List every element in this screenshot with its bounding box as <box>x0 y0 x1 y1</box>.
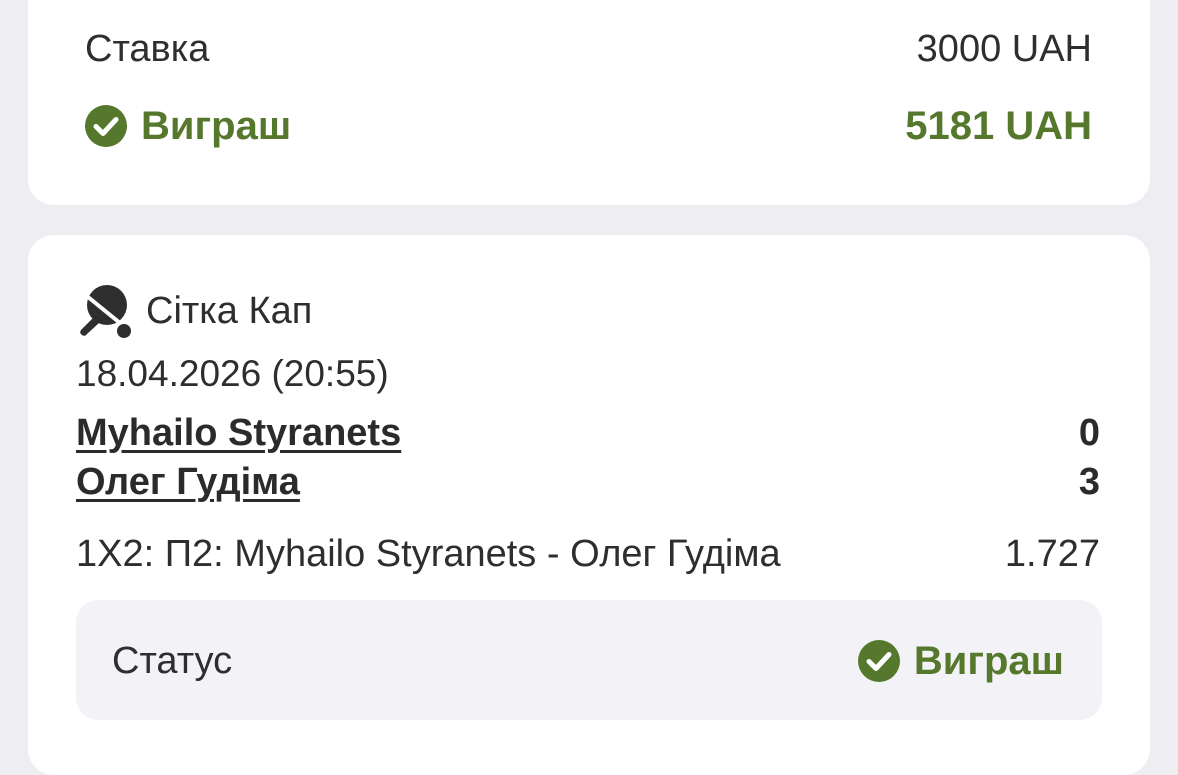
win-label: Виграш <box>141 103 292 148</box>
team-row-1: Myhailo Styranets 0 <box>76 411 1100 455</box>
market-row: 1X2: П2: Myhailo Styranets - Олег Гудіма… <box>76 530 1100 578</box>
team1-link[interactable]: Myhailo Styranets <box>76 412 401 455</box>
table-tennis-icon <box>76 283 134 339</box>
team-row-2: Олег Гудіма 3 <box>76 460 1100 504</box>
team1-score: 0 <box>1078 411 1100 454</box>
market-label: 1X2: П2: Myhailo Styranets - Олег Гудіма <box>76 532 781 575</box>
status-value-group: Виграш <box>857 638 1064 684</box>
league-row: Сітка Кап <box>76 283 312 339</box>
stake-value: 3000 UAH <box>916 27 1092 70</box>
status-value: Виграш <box>913 638 1064 683</box>
stake-label: Ставка <box>85 27 210 70</box>
win-row: Виграш 5181 UAH <box>85 102 1092 150</box>
event-datetime: 18.04.2026 (20:55) <box>76 353 389 394</box>
stake-row: Ставка 3000 UAH <box>85 28 1092 70</box>
bet-event-card: Сітка Кап 18.04.2026 (20:55) Myhailo Sty… <box>28 235 1150 775</box>
status-box: Статус Виграш <box>76 600 1102 720</box>
status-label: Статус <box>112 639 233 682</box>
status-row: Статус Виграш <box>112 636 1064 686</box>
check-circle-icon <box>85 105 127 147</box>
check-circle-icon <box>857 640 900 682</box>
odds-value: 1.727 <box>1004 532 1100 575</box>
win-label-group: Виграш <box>85 104 291 149</box>
bet-summary-card: Ставка 3000 UAH Виграш 5181 UAH <box>28 0 1150 205</box>
win-value: 5181 UAH <box>905 103 1092 148</box>
team2-score: 3 <box>1078 460 1100 503</box>
league-name: Сітка Кап <box>146 289 313 332</box>
team2-link[interactable]: Олег Гудіма <box>76 461 300 504</box>
